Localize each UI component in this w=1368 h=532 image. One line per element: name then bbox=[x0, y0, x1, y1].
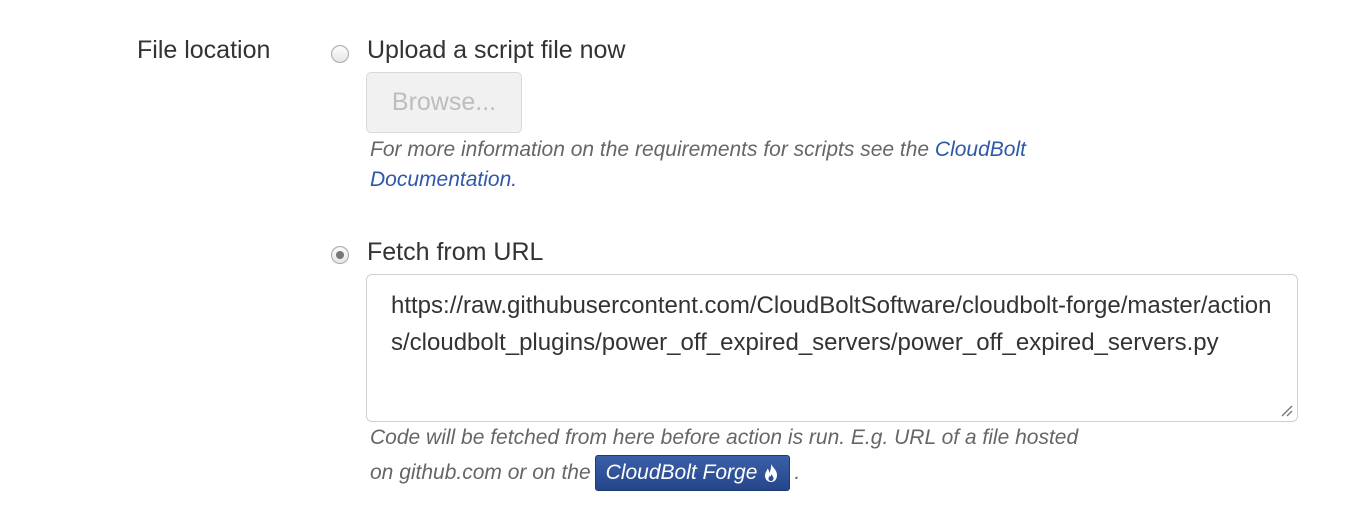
fetch-radio-label[interactable]: Fetch from URL bbox=[367, 238, 543, 267]
url-input-value: https://raw.githubusercontent.com/CloudB… bbox=[391, 292, 1272, 356]
fetch-help-line2-suffix: . bbox=[794, 461, 801, 484]
upload-radio[interactable] bbox=[331, 45, 349, 63]
forge-button-label: CloudBolt Forge bbox=[605, 461, 758, 484]
upload-radio-label[interactable]: Upload a script file now bbox=[367, 36, 625, 65]
fetch-help-line1: Code will be fetched from here before ac… bbox=[370, 426, 1079, 449]
upload-help-prefix: For more information on the requirements… bbox=[370, 138, 930, 161]
url-input[interactable]: https://raw.githubusercontent.com/CloudB… bbox=[366, 274, 1298, 422]
fire-icon bbox=[765, 464, 778, 482]
fetch-radio[interactable] bbox=[331, 246, 349, 264]
upload-help-text: For more information on the requirements… bbox=[370, 135, 1090, 195]
upload-help-suffix: . bbox=[511, 168, 518, 191]
field-label: File location bbox=[137, 36, 271, 64]
fetch-help-line2: on github.com or on the CloudBolt Forge … bbox=[370, 455, 800, 491]
browse-button[interactable]: Browse... bbox=[366, 72, 522, 133]
fetch-help-line2-prefix: on github.com or on the bbox=[370, 461, 591, 484]
resize-grip-icon[interactable] bbox=[1279, 403, 1293, 417]
cloudbolt-forge-button[interactable]: CloudBolt Forge bbox=[594, 455, 791, 491]
